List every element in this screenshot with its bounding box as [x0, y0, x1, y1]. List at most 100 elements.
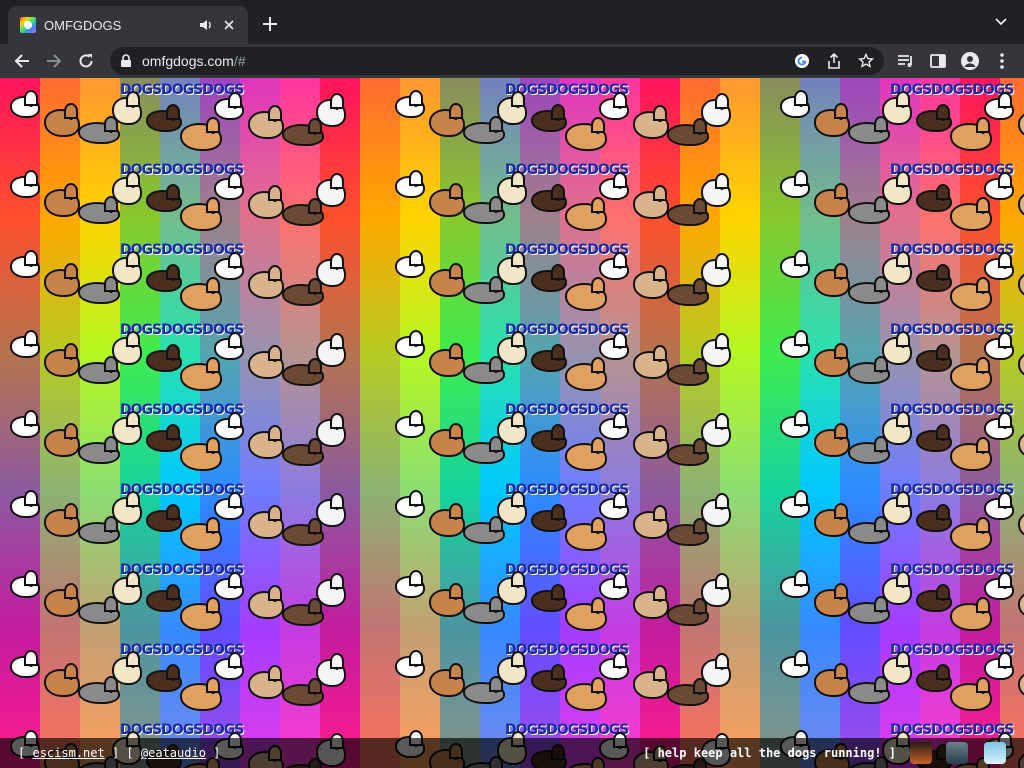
url-path: /#: [233, 53, 246, 69]
running-dog-icon: [316, 413, 346, 447]
running-dog-icon: [814, 663, 850, 697]
running-dog-icon: [599, 332, 629, 360]
running-dog-icon: [848, 436, 890, 464]
running-dog-icon: [10, 490, 40, 518]
running-dog-icon: [984, 572, 1014, 600]
running-dog-icon: [78, 196, 120, 224]
escism-link[interactable]: escism.net: [32, 746, 104, 760]
running-dog-icon: [984, 172, 1014, 200]
running-dog-icon: [429, 343, 465, 377]
side-panel-icon[interactable]: [926, 49, 950, 73]
character-avatar-icon[interactable]: [946, 742, 968, 764]
character-avatar-icon[interactable]: [984, 742, 1006, 764]
running-dog-icon: [248, 105, 284, 139]
running-dog-icon: [916, 584, 952, 612]
running-dog-icon: [780, 410, 810, 438]
running-dog-icon: [565, 437, 607, 471]
running-dog-icon: [463, 356, 505, 384]
running-dog-icon: [950, 437, 992, 471]
running-dog-icon: [429, 183, 465, 217]
running-dog-icon: [984, 412, 1014, 440]
running-dog-icon: [633, 105, 669, 139]
running-dog-icon: [984, 492, 1014, 520]
close-tab-icon[interactable]: [220, 16, 238, 34]
running-dog-icon: [248, 265, 284, 299]
running-dog-icon: [780, 250, 810, 278]
running-dog-icon: [950, 277, 992, 311]
running-dog-icon: [10, 330, 40, 358]
running-dog-icon: [633, 665, 669, 699]
dog-pattern-row: DOGSDOGSDOGS DOGSDOGSDOGS DOGSDOGSDOGS: [0, 158, 1024, 238]
bookmark-star-icon[interactable]: [856, 51, 876, 71]
running-dog-icon: [531, 664, 567, 692]
running-dog-icon: [780, 650, 810, 678]
speaker-icon[interactable]: [198, 17, 214, 33]
page-footer: [ escism.net ] [ @eataudio ] [ help keep…: [0, 738, 1024, 768]
running-dog-icon: [282, 198, 324, 226]
character-avatar-icon[interactable]: [910, 742, 932, 764]
running-dog-icon: [701, 493, 731, 527]
running-dog-icon: [633, 425, 669, 459]
back-button[interactable]: [10, 49, 34, 73]
share-icon[interactable]: [824, 51, 844, 71]
running-dog-icon: [395, 570, 425, 598]
running-dog-icon: [214, 172, 244, 200]
running-dog-icon: [1018, 511, 1024, 539]
running-dog-icon: [112, 411, 142, 445]
running-dog-icon: [916, 424, 952, 452]
forward-button[interactable]: [42, 49, 66, 73]
running-dog-icon: [667, 278, 709, 306]
running-dog-icon: [531, 344, 567, 372]
url-text[interactable]: omfgdogs.com/#: [142, 53, 246, 69]
running-dog-icon: [984, 92, 1014, 120]
running-dog-icon: [882, 411, 912, 445]
running-dog-icon: [395, 330, 425, 358]
running-dog-icon: [916, 664, 952, 692]
new-tab-button[interactable]: [258, 12, 282, 36]
reload-button[interactable]: [74, 49, 98, 73]
running-dog-icon: [497, 91, 527, 125]
running-dog-icon: [599, 252, 629, 280]
browser-tab[interactable]: OMFGDOGS: [8, 6, 248, 44]
media-queue-icon[interactable]: [894, 49, 918, 73]
running-dog-icon: [814, 263, 850, 297]
running-dog-icon: [780, 490, 810, 518]
running-dog-icon: [565, 597, 607, 631]
chevron-down-icon[interactable]: [994, 14, 1010, 30]
more-menu-icon[interactable]: [990, 49, 1014, 73]
tab-strip: OMFGDOGS: [0, 0, 1024, 44]
running-dog-icon: [429, 103, 465, 137]
profile-avatar-icon[interactable]: [958, 49, 982, 73]
running-dog-icon: [78, 116, 120, 144]
running-dog-icon: [146, 104, 182, 132]
running-dog-icon: [463, 196, 505, 224]
running-dog-icon: [112, 651, 142, 685]
running-dog-icon: [316, 333, 346, 367]
donate-link[interactable]: [ help keep all the dogs running! ]: [643, 746, 896, 760]
running-dog-icon: [848, 276, 890, 304]
running-dog-icon: [701, 93, 731, 127]
running-dog-icon: [395, 650, 425, 678]
running-dog-icon: [497, 331, 527, 365]
running-dog-icon: [599, 492, 629, 520]
google-lens-icon[interactable]: [792, 51, 812, 71]
address-bar[interactable]: omfgdogs.com/#: [110, 47, 884, 75]
running-dog-icon: [44, 503, 80, 537]
running-dog-icon: [463, 596, 505, 624]
running-dog-icon: [701, 413, 731, 447]
running-dog-icon: [180, 597, 222, 631]
running-dog-icon: [44, 183, 80, 217]
running-dog-icon: [78, 516, 120, 544]
running-dog-icon: [282, 438, 324, 466]
lock-icon[interactable]: [120, 54, 134, 68]
running-dog-icon: [882, 251, 912, 285]
running-dog-icon: [814, 183, 850, 217]
running-dog-icon: [1018, 111, 1024, 139]
running-dog-icon: [916, 264, 952, 292]
running-dog-icon: [146, 424, 182, 452]
running-dog-icon: [429, 503, 465, 537]
running-dog-icon: [701, 333, 731, 367]
running-dog-icon: [282, 678, 324, 706]
eataudio-link[interactable]: @eataudio: [141, 746, 206, 760]
running-dog-icon: [180, 437, 222, 471]
